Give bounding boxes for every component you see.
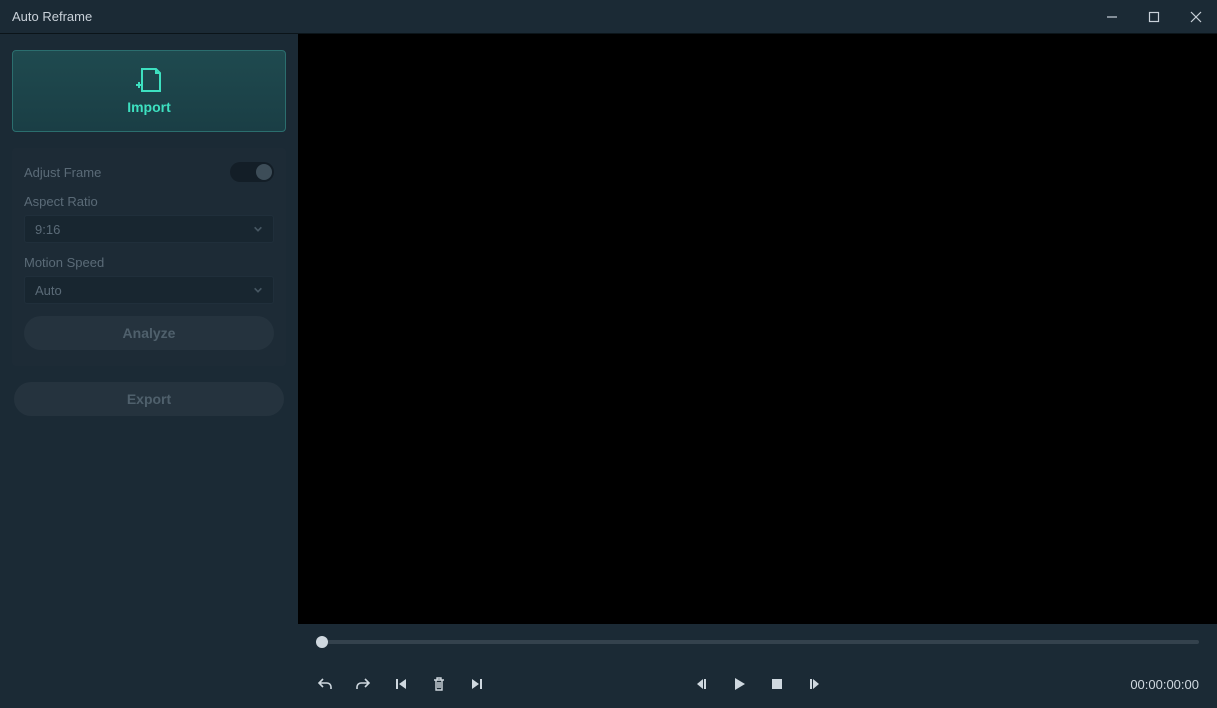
redo-button[interactable] (354, 675, 372, 693)
import-file-icon (134, 67, 164, 93)
preview-pane: 00:00:00:00 (298, 34, 1217, 708)
window-controls (1091, 0, 1217, 34)
window: Auto Reframe Import (0, 0, 1217, 708)
maximize-button[interactable] (1133, 0, 1175, 34)
undo-icon (317, 676, 333, 692)
motion-speed-value: Auto (35, 283, 62, 298)
skip-prev-icon (393, 676, 409, 692)
video-area (298, 34, 1217, 624)
adjust-frame-row: Adjust Frame (24, 162, 274, 182)
aspect-ratio-value: 9:16 (35, 222, 60, 237)
aspect-ratio-label: Aspect Ratio (24, 194, 274, 209)
prev-button[interactable] (392, 675, 410, 693)
adjust-frame-label: Adjust Frame (24, 165, 101, 180)
import-label: Import (127, 99, 171, 115)
frame-forward-button[interactable] (806, 675, 824, 693)
redo-icon (355, 676, 371, 692)
timeline-track[interactable] (316, 640, 1199, 644)
settings-panel: Adjust Frame Aspect Ratio 9:16 Motion Sp… (12, 148, 286, 366)
close-icon (1190, 11, 1202, 23)
stop-button[interactable] (768, 675, 786, 693)
timecode-group: 00:00:00:00 (979, 677, 1199, 692)
motion-speed-label: Motion Speed (24, 255, 274, 270)
chevron-down-icon (253, 285, 263, 295)
analyze-label: Analyze (123, 325, 176, 341)
play-button[interactable] (730, 675, 748, 693)
undo-button[interactable] (316, 675, 334, 693)
aspect-ratio-select[interactable]: 9:16 (24, 215, 274, 243)
player-controls: 00:00:00:00 (298, 660, 1217, 708)
trash-icon (431, 676, 447, 692)
motion-speed-field: Motion Speed Auto (24, 255, 274, 304)
play-icon (731, 676, 747, 692)
export-button[interactable]: Export (14, 382, 284, 416)
import-button[interactable]: Import (12, 50, 286, 132)
titlebar: Auto Reframe (0, 0, 1217, 34)
playhead[interactable] (316, 636, 328, 648)
export-label: Export (127, 391, 171, 407)
aspect-ratio-field: Aspect Ratio 9:16 (24, 194, 274, 243)
adjust-frame-toggle[interactable] (230, 162, 274, 182)
export-wrap: Export (12, 382, 286, 416)
toggle-knob (256, 164, 272, 180)
frame-forward-icon (807, 676, 823, 692)
minimize-button[interactable] (1091, 0, 1133, 34)
minimize-icon (1106, 11, 1118, 23)
close-button[interactable] (1175, 0, 1217, 34)
stop-icon (769, 676, 785, 692)
playback-controls (536, 675, 979, 693)
maximize-icon (1148, 11, 1160, 23)
body: Import Adjust Frame Aspect Ratio 9:16 (0, 34, 1217, 708)
delete-button[interactable] (430, 675, 448, 693)
edit-controls (316, 675, 536, 693)
timecode: 00:00:00:00 (1130, 677, 1199, 692)
window-title: Auto Reframe (12, 9, 92, 24)
frame-back-icon (693, 676, 709, 692)
motion-speed-select[interactable]: Auto (24, 276, 274, 304)
next-button[interactable] (468, 675, 486, 693)
sidebar: Import Adjust Frame Aspect Ratio 9:16 (0, 34, 298, 708)
analyze-button[interactable]: Analyze (24, 316, 274, 350)
timeline[interactable] (298, 624, 1217, 660)
frame-back-button[interactable] (692, 675, 710, 693)
chevron-down-icon (253, 224, 263, 234)
skip-next-icon (469, 676, 485, 692)
